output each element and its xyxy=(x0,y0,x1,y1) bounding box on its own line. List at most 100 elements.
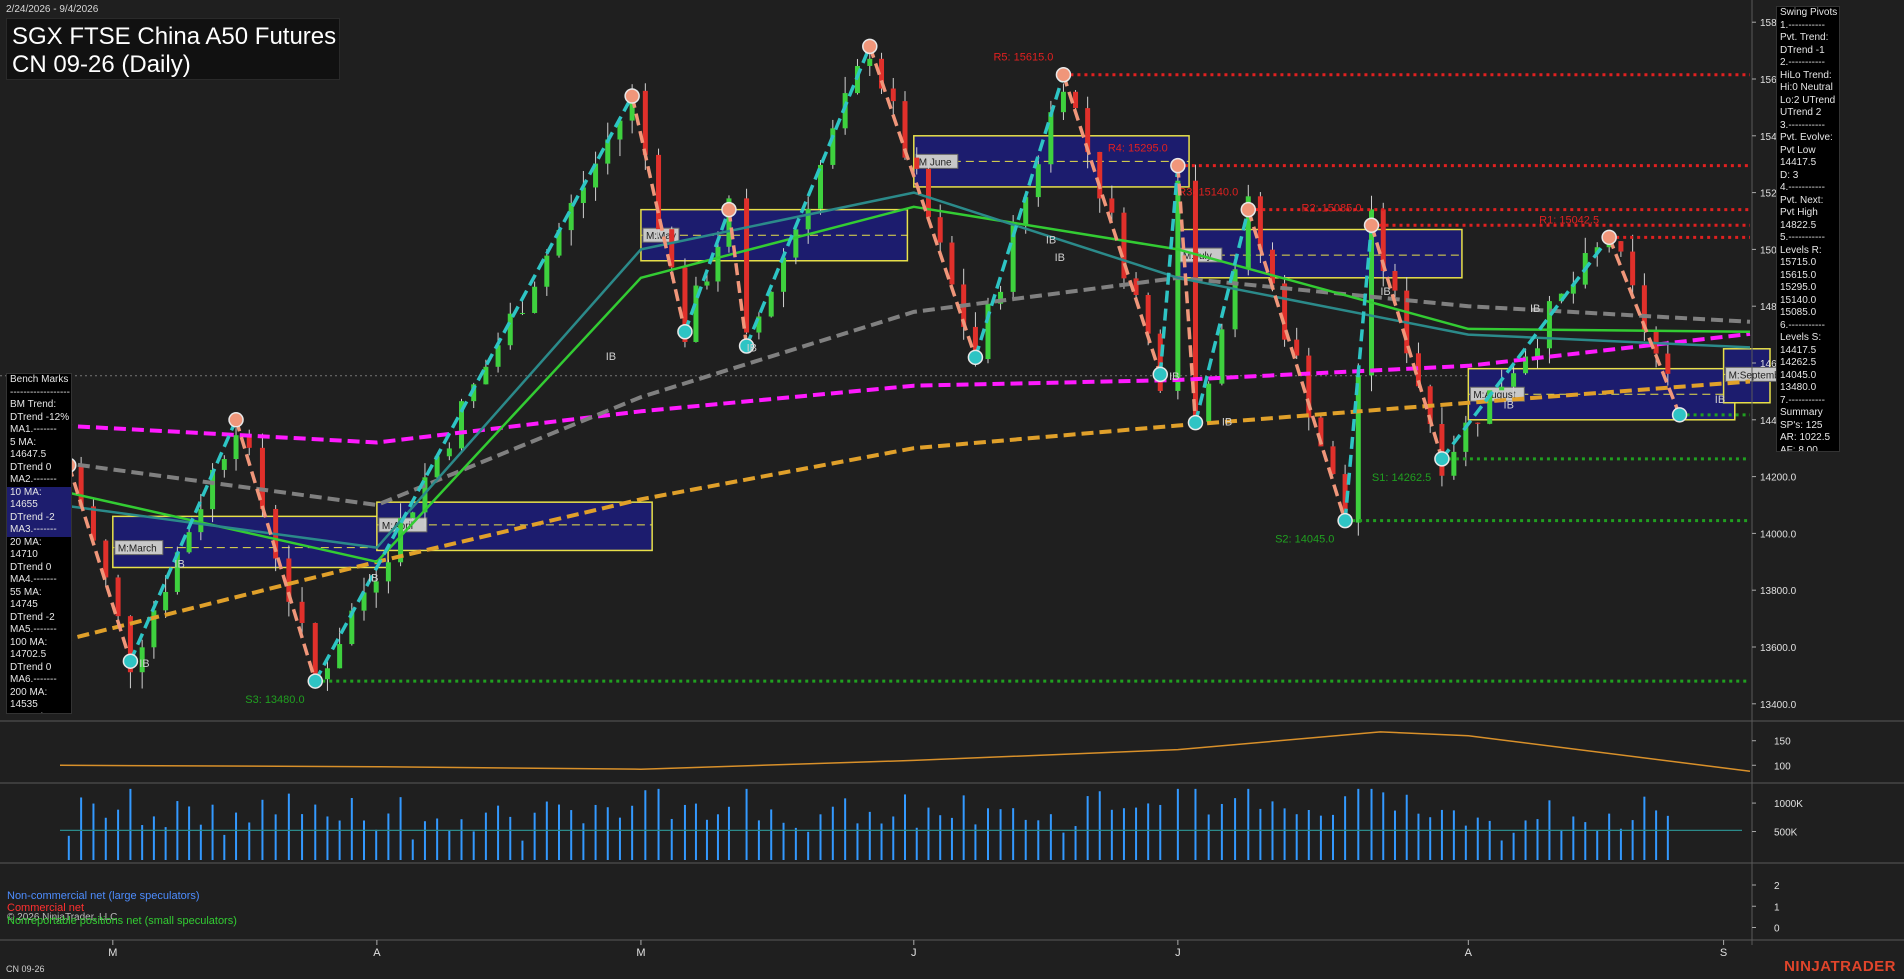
benchmark-line: 14702.5 xyxy=(10,649,47,660)
candle-body xyxy=(1392,270,1398,291)
swing-low-marker xyxy=(1337,512,1353,529)
swing-pivot-line: DTrend -1 xyxy=(1780,44,1825,56)
benchmark-line: 14745 xyxy=(10,599,38,610)
swing-low-marker xyxy=(1187,414,1204,431)
benchmark-line: 5 MA: xyxy=(10,436,37,448)
swing-pivot-line: D: 3 xyxy=(1780,169,1799,181)
candle-body xyxy=(642,90,648,155)
candle-body xyxy=(1534,348,1540,357)
ib-label: IB xyxy=(606,351,616,363)
swing-low-marker xyxy=(307,673,324,689)
ib-label: IB xyxy=(1169,371,1179,383)
swing-pivot-line: 15085.0 xyxy=(1780,307,1817,318)
swing-pivot-line: AR: 1022.5 xyxy=(1780,432,1831,443)
benchmark-line: MA5.------- xyxy=(10,624,57,635)
candle-body xyxy=(1618,241,1624,252)
swing-pivot-line: 13480.0 xyxy=(1780,382,1817,393)
x-tick-label: M xyxy=(108,947,117,959)
swing-high-marker xyxy=(862,38,878,55)
candle-body xyxy=(519,312,525,314)
swing-low-marker xyxy=(1434,451,1450,467)
candle-body xyxy=(830,128,836,165)
swing-pivot-line: Levels R: xyxy=(1780,244,1822,256)
support-label: S2: 14045.0 xyxy=(1275,534,1334,546)
cot-tick-label: 0 xyxy=(1774,924,1780,935)
swing-pivot-line: 14417.5 xyxy=(1780,157,1817,168)
swing-pivot-line: Summary xyxy=(1780,407,1823,418)
benchmark-line: MA6.------- xyxy=(10,674,57,685)
indicator-tick-label: 150 xyxy=(1774,737,1791,748)
swing-pivot-line: HiLo Trend: xyxy=(1780,69,1832,81)
swing-pivot-line: 15295.0 xyxy=(1780,282,1817,293)
benchmark-line: DTrend -2 xyxy=(7,511,71,524)
candle-body xyxy=(1511,373,1517,387)
swing-pivot-line: 15715.0 xyxy=(1780,257,1817,268)
candle-body xyxy=(198,509,204,533)
candle-body xyxy=(483,366,489,385)
benchmark-line: DTrend -12% xyxy=(10,411,70,423)
x-tick-label: A xyxy=(373,947,381,959)
swing-pivot-line: 5.----------- xyxy=(1780,232,1825,243)
swing-pivot-line: Hi:0 Neutral xyxy=(1780,82,1833,93)
benchmark-line: Bench Marks xyxy=(10,374,69,385)
swing-segment xyxy=(313,95,634,682)
x-tick-label: J xyxy=(1175,947,1181,959)
swing-high-marker xyxy=(721,201,737,218)
benchmark-line: MA4.------- xyxy=(10,574,57,585)
resistance-label: R5: 15615.0 xyxy=(993,52,1053,64)
swing-segment xyxy=(1158,165,1180,375)
swing-pivot-line: Levels S: xyxy=(1780,332,1822,343)
benchmark-line: DTrend -2 xyxy=(10,611,55,623)
price-tick-label: 14000.0 xyxy=(1760,529,1797,540)
price-tick-label: 13600.0 xyxy=(1760,643,1797,654)
swing-high-marker xyxy=(1055,66,1072,83)
swing-pivot-line: 14262.5 xyxy=(1780,357,1817,368)
candle-body xyxy=(1206,383,1212,422)
benchmark-line: BM Trend: xyxy=(10,399,57,410)
candle-body xyxy=(768,291,774,317)
ib-label: IB xyxy=(1504,399,1514,411)
swing-pivot-line: 7.----------- xyxy=(1780,394,1825,406)
candle-body xyxy=(744,198,750,333)
price-tick-label: 13800.0 xyxy=(1760,586,1797,597)
swing-pivot-line: 14822.5 xyxy=(1780,219,1817,231)
x-tick-label: S xyxy=(1720,947,1727,959)
candle-body xyxy=(507,313,513,346)
benchmarks-panel: Bench Marks ------------------ BM Trend: DT… xyxy=(6,373,72,714)
swing-pivot-line: 14417.5 xyxy=(1780,344,1817,356)
candle-body xyxy=(1665,353,1671,374)
swing-pivot-line: Pvt. Next: xyxy=(1780,194,1824,206)
swing-high-marker xyxy=(1363,217,1380,234)
candle-body xyxy=(337,644,343,669)
candle-body xyxy=(1630,251,1636,286)
price-tick-label: 14200.0 xyxy=(1760,473,1797,484)
candle-body xyxy=(793,229,799,258)
swing-high-marker xyxy=(1601,229,1617,246)
ib-label: IB xyxy=(747,343,757,355)
footer-symbol: CN 09-26 xyxy=(6,964,45,974)
candle-body xyxy=(1145,295,1151,334)
swing-low-marker xyxy=(967,349,984,366)
swing-low-marker xyxy=(1152,366,1169,383)
price-tick-label: 13400.0 xyxy=(1760,700,1797,711)
volume-tick-label: 500K xyxy=(1774,828,1798,839)
candle-body xyxy=(385,562,391,582)
ib-label: IB xyxy=(1046,235,1056,247)
candle-body xyxy=(1073,91,1079,109)
candle-body xyxy=(568,203,574,231)
swing-pivot-line: AF: 8.00 xyxy=(1780,444,1818,452)
swing-low-marker xyxy=(677,324,693,340)
chart-title: SGX FTSE China A50 Futures xyxy=(12,23,337,50)
swing-high-marker xyxy=(1170,157,1186,174)
benchmark-line: 55 MA: xyxy=(10,586,42,598)
candle-body xyxy=(1546,301,1552,349)
candle-body xyxy=(914,157,920,169)
candle-body xyxy=(324,668,330,680)
candle-body xyxy=(890,88,896,102)
swing-segment xyxy=(868,45,978,358)
benchmark-line: 14655 xyxy=(7,499,71,512)
candle-body xyxy=(233,435,239,460)
support-label: S1: 14262.5 xyxy=(1372,472,1431,484)
benchmark-line: 20 MA: xyxy=(10,536,42,548)
x-tick-label: M xyxy=(636,947,645,959)
